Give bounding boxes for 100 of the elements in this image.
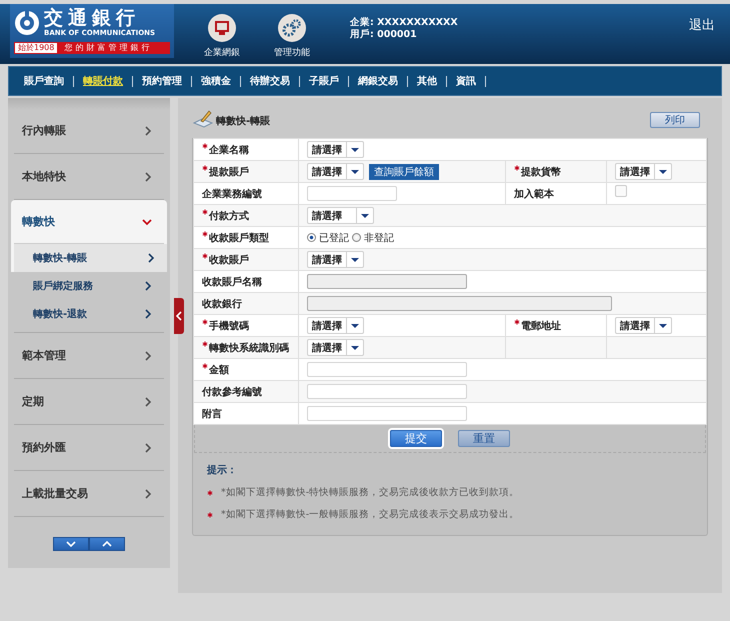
nav-tab[interactable]: 賬戶查詢 (15, 76, 74, 86)
radio-button[interactable] (307, 233, 316, 242)
chevron-right-icon (144, 350, 152, 360)
field-label: 收款賬戶 (209, 254, 249, 266)
logout-link[interactable]: 退出 (689, 16, 715, 34)
dropdown[interactable]: 請選擇 (307, 141, 364, 158)
nav-tab[interactable]: 子賬戶 (300, 76, 349, 86)
page-title: 轉數快-轉賬 (216, 114, 270, 128)
company-text: 企業: XXXXXXXXXXX (350, 17, 458, 29)
field-label: 提款賬戶 (209, 166, 249, 178)
chevron-right-icon (147, 253, 155, 263)
monitor-icon[interactable] (208, 14, 236, 42)
tip-text: *如閣下選擇轉數快-特快轉賬服務，交易完成後收款方已收到款項。 (221, 486, 520, 499)
chevron-down-icon (142, 218, 152, 226)
gears-icon[interactable] (278, 14, 306, 42)
caret-icon (659, 324, 667, 328)
submenu-item-label: 賬戶綁定服務 (33, 279, 93, 293)
chevron-right-icon (144, 172, 152, 182)
nav-tab[interactable]: 強積金 (192, 76, 241, 86)
scroll-up-button[interactable] (89, 537, 125, 551)
nav-tab[interactable]: 其他 (408, 76, 447, 86)
dropdown[interactable]: 請選擇 (307, 207, 374, 224)
sidebar-item-label: 本地特快 (22, 169, 66, 184)
field-label: 金額 (209, 364, 229, 376)
shortcut-label[interactable]: 企業網銀 (204, 46, 240, 59)
user-text: 用戶: 000001 (350, 29, 418, 41)
dropdown[interactable]: 請選擇 (307, 251, 364, 268)
chevron-right-icon (144, 126, 152, 136)
chevron-up-icon (102, 541, 112, 547)
dropdown[interactable]: 請選擇 (307, 317, 364, 334)
dropdown[interactable]: 請選擇 (615, 317, 672, 334)
submenu-item-label: 轉數快-轉賬 (33, 252, 88, 265)
radio-label[interactable]: 已登記 (319, 230, 349, 244)
sidebar-item[interactable]: 定期 (14, 379, 164, 425)
field-label: 企業業務編號 (202, 188, 262, 200)
sidebar-item-label: 預約外匯 (22, 440, 66, 455)
field-label: 收款賬戶類型 (209, 232, 269, 244)
required-icon (207, 490, 213, 496)
chevron-right-icon (144, 281, 152, 291)
sidebar-item-label: 轉數快 (22, 214, 55, 229)
sidebar-item[interactable]: 範本管理 (14, 333, 164, 379)
caret-icon (351, 324, 359, 328)
sidebar-item[interactable]: 上載批量交易 (14, 471, 164, 517)
field-label: 手機號碼 (209, 320, 249, 332)
chevron-right-icon (144, 309, 152, 319)
input-field[interactable] (307, 186, 397, 201)
input-field[interactable] (307, 406, 467, 421)
field-label: 收款賬戶名稱 (202, 276, 262, 288)
submenu-item-label: 轉數快-退款 (33, 308, 88, 321)
chevron-right-icon (144, 442, 152, 452)
submit-button[interactable]: 提交 (390, 430, 442, 447)
input-field[interactable] (307, 362, 467, 377)
sidebar-item[interactable]: 預約外匯 (14, 425, 164, 471)
caret-icon (351, 148, 359, 152)
sidebar-item-label: 定期 (22, 394, 44, 409)
tips-title: 提示： (207, 464, 238, 477)
reset-button[interactable]: 重置 (458, 430, 510, 447)
sidebar-item[interactable]: 行內轉賬 (14, 108, 164, 154)
dropdown[interactable]: 請選擇 (307, 163, 364, 180)
caret-icon (659, 170, 667, 174)
shortcut-label[interactable]: 管理功能 (274, 46, 310, 59)
chevron-right-icon (144, 396, 152, 406)
pencil-icon (192, 109, 213, 128)
nav-tab[interactable]: 待辦交易 (241, 76, 300, 86)
sidebar-item-label: 上載批量交易 (22, 486, 88, 501)
dropdown[interactable]: 請選擇 (307, 339, 364, 356)
field-label: 轉數快系統識別碼 (209, 342, 289, 354)
field-label: 電郵地址 (521, 320, 561, 332)
radio-button[interactable] (352, 233, 361, 242)
radio-label[interactable]: 非登記 (364, 230, 394, 244)
chevron-down-icon (66, 541, 76, 547)
submenu-item[interactable]: 轉數快-退款 (14, 300, 164, 328)
nav-tab[interactable]: 預約管理 (133, 76, 192, 86)
nav-tab[interactable]: 網銀交易 (349, 76, 408, 86)
sidebar-item-label: 行內轉賬 (22, 123, 66, 138)
field-label: 企業名稱 (209, 144, 249, 156)
caret-icon (351, 258, 359, 262)
checkbox[interactable] (615, 184, 627, 196)
nav-tab[interactable]: 轉賬付款 (74, 76, 133, 86)
chevron-right-icon (144, 488, 152, 498)
submenu-item[interactable]: 轉數快-轉賬 (14, 244, 167, 272)
tip-text: *如閣下選擇轉數快-一般轉賬服務，交易完成後表示交易成功發出。 (221, 508, 520, 521)
logo-icon (14, 10, 40, 36)
dropdown[interactable]: 請選擇 (615, 163, 672, 180)
since-tag: 始於1908 (15, 43, 58, 53)
collapse-handle[interactable] (174, 298, 184, 334)
chevron-left-icon (176, 311, 182, 321)
caret-icon (351, 170, 359, 174)
submenu-item[interactable]: 賬戶綁定服務 (14, 272, 164, 300)
sidebar-item-label: 範本管理 (22, 348, 66, 363)
input-field[interactable] (307, 384, 467, 399)
scroll-down-button[interactable] (53, 537, 89, 551)
bank-name: 交通銀行 (44, 7, 141, 29)
field-label: 收款銀行 (202, 298, 242, 310)
balance-query-button[interactable]: 查詢賬戶餘額 (369, 164, 439, 180)
field-label: 付款方式 (209, 209, 249, 222)
caret-icon (361, 214, 369, 218)
nav-tab[interactable]: 資訊 (447, 76, 486, 86)
field-label: 提款貨幣 (521, 166, 561, 178)
print-button[interactable]: 列印 (650, 112, 700, 128)
